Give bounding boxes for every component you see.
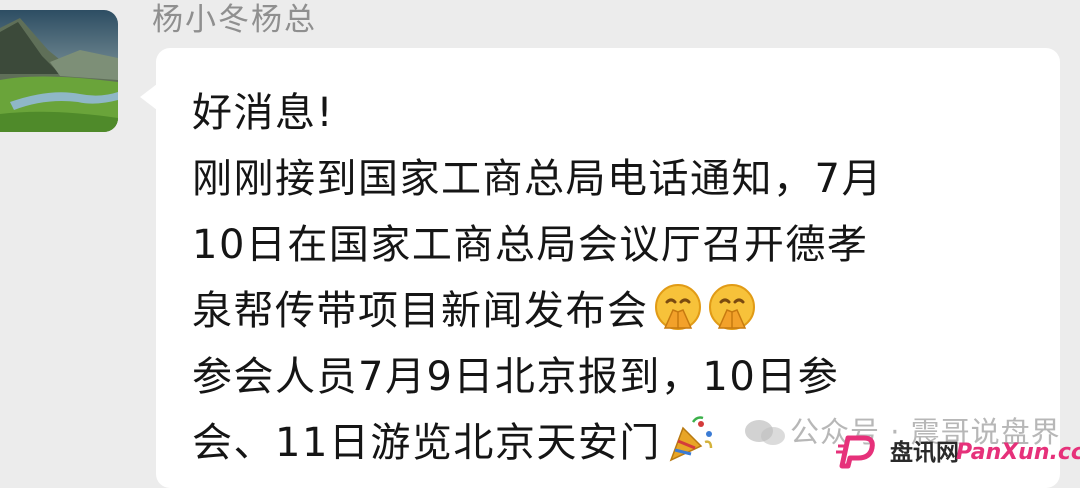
- message-line: 参会人员7月9日北京报到，10日参: [192, 344, 1052, 410]
- watermark-site-domain: PanXun.cc: [956, 440, 1080, 465]
- panxun-logo-icon: [836, 435, 875, 469]
- message-line: 10日在国家工商总局会议厅召开德孝: [192, 212, 1052, 278]
- face-with-hand-over-mouth-emoji: [653, 282, 703, 332]
- message-line: 刚刚接到国家工商总局电话通知，7月: [192, 146, 1052, 212]
- wechat-official-account-icon: [745, 420, 785, 445]
- message-line-text: 会、11日游览北京天安门: [192, 420, 661, 466]
- message-line: 泉帮传带项目新闻发布会: [192, 278, 1052, 344]
- message-line-text: 泉帮传带项目新闻发布会: [192, 288, 649, 334]
- message-line-text: 参会人员7月9日北京报到，10日参: [192, 354, 840, 400]
- message-line-text: 好消息!: [192, 90, 335, 136]
- watermark-site-name: 盘讯网: [890, 440, 959, 466]
- landscape-avatar-image: [0, 10, 118, 132]
- message-line-text: 10日在国家工商总局会议厅召开德孝: [192, 222, 869, 268]
- face-with-hand-over-mouth-emoji: [707, 282, 757, 332]
- message-line: 好消息!: [192, 80, 1052, 146]
- sender-avatar[interactable]: [0, 10, 118, 132]
- party-popper-emoji: [665, 414, 715, 464]
- sender-name: 杨小冬杨总: [152, 2, 317, 38]
- bubble-tail: [140, 84, 157, 110]
- message-line-text: 刚刚接到国家工商总局电话通知，7月: [192, 156, 883, 202]
